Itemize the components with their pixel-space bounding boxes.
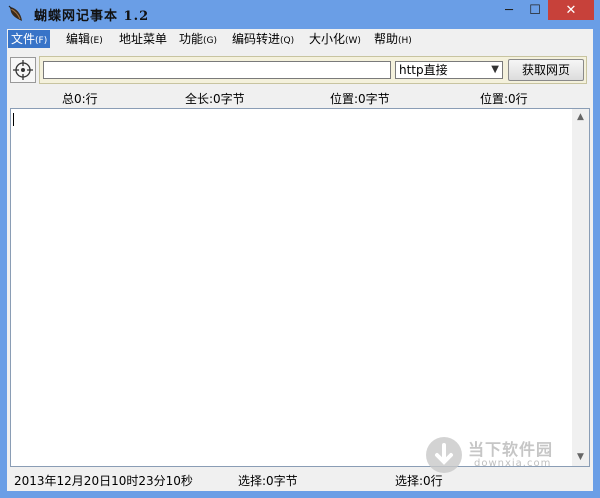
close-button[interactable]: ✕ [548,0,594,20]
text-caret [13,113,14,126]
watermark-url: downxia.com [474,458,552,469]
timestamp: 2013年12月20日10时23分10秒 [14,474,193,488]
menu-address-label: 地址菜单 [119,32,168,46]
menu-function-label: 功能 [179,32,204,46]
menu-size-key: (W) [345,36,361,46]
chevron-down-icon: ▼ [491,64,499,75]
title-bar[interactable]: 蝴蝶网记事本 1.2 ─ ☐ ✕ [0,0,600,28]
menu-edit-label: 编辑 [66,32,91,46]
selection-lines: 选择:0行 [395,474,443,488]
menu-help-label: 帮助 [374,32,399,46]
total-length: 全长:0字节 [185,92,245,106]
caption-buttons: ─ ☐ ✕ [496,0,594,22]
menu-size[interactable]: 大小化(W) [306,30,364,48]
download-arrow-icon [426,437,462,473]
stats-row: 总0:行 全长:0字节 位置:0字节 位置:0行 [7,88,593,106]
menu-edit[interactable]: 编辑(E) [63,30,106,48]
address-panel: http直接 ▼ 获取网页 [39,56,587,84]
minimize-button[interactable]: ─ [496,0,522,20]
app-window: 蝴蝶网记事本 1.2 ─ ☐ ✕ 文件(F) 编辑(E) 地址菜单 功能(G) … [0,0,600,498]
maximize-button[interactable]: ☐ [522,0,548,20]
menu-help-key: (H) [398,36,412,46]
menu-file-key: (F) [35,36,48,46]
toolbar: http直接 ▼ 获取网页 [7,53,593,87]
menu-file[interactable]: 文件(F) [8,30,51,48]
window-title: 蝴蝶网记事本 1.2 [34,9,150,24]
menu-encoding-key: (Q) [280,36,295,46]
protocol-selected: http直接 [399,63,448,77]
menu-encoding[interactable]: 编码转进(Q) [229,30,297,48]
menu-file-label: 文件 [11,32,36,46]
menu-edit-key: (E) [90,36,103,46]
menu-function[interactable]: 功能(G) [176,30,220,48]
scroll-down-icon[interactable]: ▼ [572,449,589,466]
butterfly-logo-icon [8,5,22,21]
crosshair-icon [13,60,33,80]
vertical-scrollbar[interactable]: ▲ ▼ [572,109,589,466]
crosshair-button[interactable] [10,57,36,83]
position-lines: 位置:0行 [480,92,528,106]
position-bytes: 位置:0字节 [330,92,390,106]
text-editor[interactable]: 当下软件园 downxia.com ▲ ▼ [10,108,590,473]
fetch-page-button[interactable]: 获取网页 [508,59,584,81]
menu-help[interactable]: 帮助(H) [371,30,415,48]
menu-function-key: (G) [203,36,218,46]
client-area: 文件(F) 编辑(E) 地址菜单 功能(G) 编码转进(Q) 大小化(W) 帮助… [7,29,593,491]
scroll-up-icon[interactable]: ▲ [572,109,589,126]
url-input[interactable] [43,61,391,79]
menu-bar: 文件(F) 编辑(E) 地址菜单 功能(G) 编码转进(Q) 大小化(W) 帮助… [7,29,593,49]
total-lines: 总0:行 [62,92,98,106]
protocol-select[interactable]: http直接 ▼ [395,61,503,79]
watermark-text: 当下软件园 [468,440,554,459]
menu-encoding-label: 编码转进 [232,32,281,46]
menu-address[interactable]: 地址菜单 [116,30,170,48]
status-bar: 2013年12月20日10时23分10秒 选择:0字节 选择:0行 [7,469,593,489]
menu-size-label: 大小化 [309,32,346,46]
selection-bytes: 选择:0字节 [238,474,298,488]
